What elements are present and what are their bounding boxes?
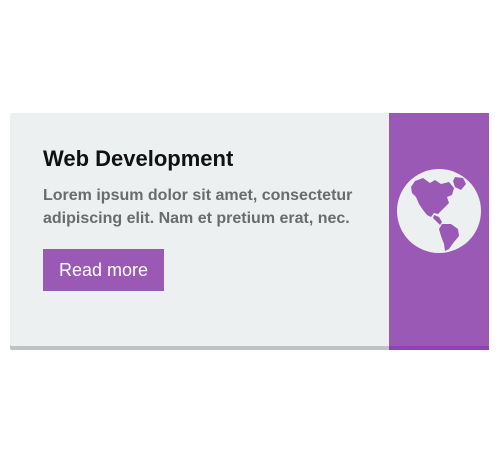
card-icon-panel bbox=[389, 113, 489, 346]
read-more-button[interactable]: Read more bbox=[43, 249, 165, 291]
service-card: Web Development Lorem ipsum dolor sit am… bbox=[10, 113, 489, 346]
card-description: Lorem ipsum dolor sit amet, consectetur … bbox=[43, 187, 353, 227]
card-title: Web Development bbox=[43, 146, 234, 171]
card-content: Web Development Lorem ipsum dolor sit am… bbox=[43, 146, 373, 291]
globe-americas-icon bbox=[397, 169, 481, 253]
